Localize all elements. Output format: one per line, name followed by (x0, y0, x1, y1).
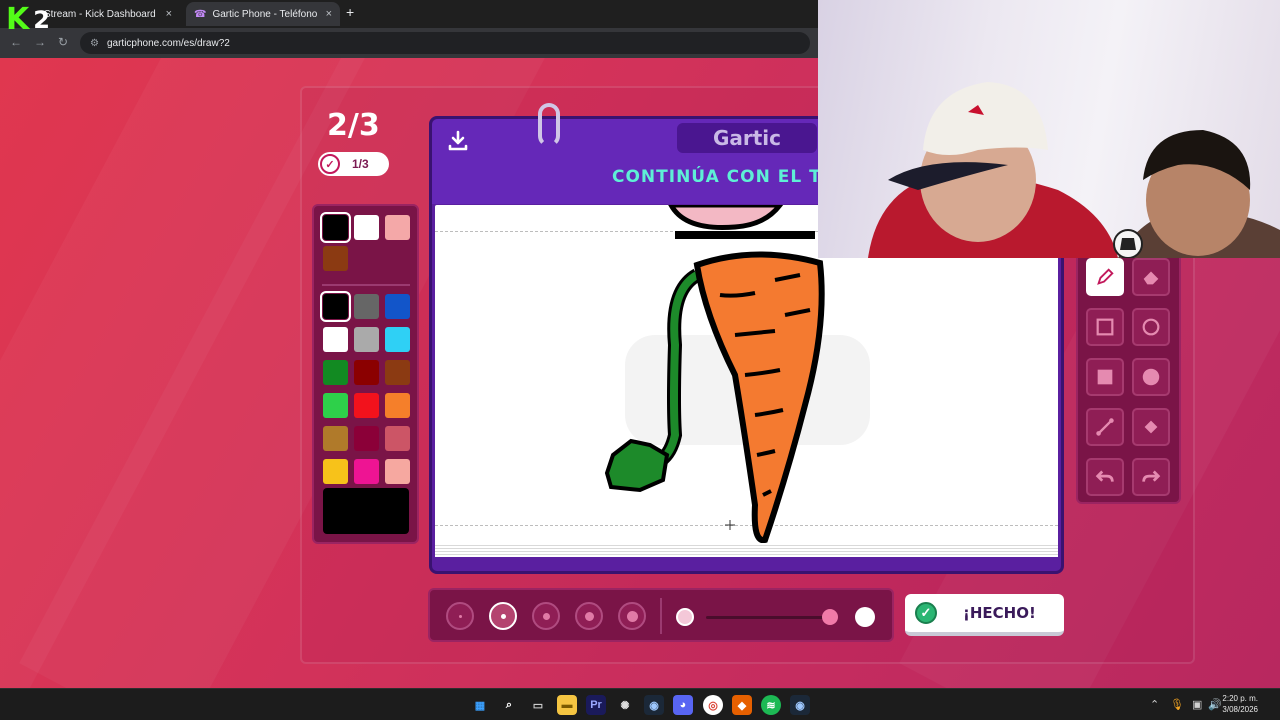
task-view-icon[interactable]: ▭ (528, 695, 548, 715)
color-swatch[interactable] (323, 360, 348, 385)
color-swatch[interactable] (385, 215, 410, 240)
done-button[interactable]: ✓ ¡HECHO! (905, 594, 1064, 636)
brush-settings-bar (428, 588, 894, 642)
color-swatch[interactable] (320, 291, 351, 322)
progress-pill: ✓ 1/3 (318, 152, 389, 176)
color-swatch[interactable] (354, 360, 379, 385)
color-swatch[interactable] (385, 360, 410, 385)
tab-gartic-phone[interactable]: ☎ Gartic Phone - Teléfono Descon × (186, 2, 340, 26)
ellipse-fill-icon[interactable] (1132, 358, 1170, 396)
tool-panel (1076, 246, 1181, 504)
tab-title: Gartic Phone - Teléfono Descon (212, 8, 319, 20)
search-icon[interactable]: ⌕ (499, 695, 519, 715)
color-swatch[interactable] (323, 426, 348, 451)
url-field[interactable]: ⚙ garticphone.com/es/draw?2 (80, 32, 810, 54)
bar-divider (660, 598, 662, 634)
back-arrow-icon[interactable]: ← (10, 35, 22, 49)
pencil-icon[interactable] (1086, 258, 1124, 296)
redo-icon[interactable] (1132, 458, 1170, 496)
windows-start-icon[interactable]: ▦ (470, 695, 490, 715)
windows-taskbar: ▦ ⌕ ▭ ▬ Pr ✺ ◉ ◕ ◎ ◆ ≋ ◉ ⌃ 🎙 ▣ 🔊 2:20 p.… (0, 688, 1280, 720)
steam-icon[interactable]: ◉ (790, 695, 810, 715)
ellipse-outline-icon[interactable] (1132, 308, 1170, 346)
palette-divider (322, 284, 410, 286)
brush-size-button[interactable] (446, 602, 474, 630)
brush-size-button[interactable] (489, 602, 517, 630)
color-swatch[interactable] (385, 459, 410, 484)
tab-close-icon[interactable]: × (326, 8, 332, 20)
color-swatch[interactable] (385, 426, 410, 451)
opacity-slider[interactable] (706, 616, 836, 619)
chrome-icon[interactable]: ◎ (703, 695, 723, 715)
network-icon[interactable]: ▣ (1192, 698, 1202, 711)
phone-icon: ☎ (194, 8, 207, 20)
color-swatch[interactable] (385, 327, 410, 352)
opacity-max-icon (855, 607, 875, 627)
eraser-icon[interactable] (1132, 258, 1170, 296)
color-swatch[interactable] (354, 327, 379, 352)
brush-size-button[interactable] (575, 602, 603, 630)
paper-edge (435, 543, 1058, 557)
color-swatch[interactable] (323, 459, 348, 484)
color-swatch[interactable] (354, 294, 379, 319)
check-icon: ✓ (915, 602, 937, 624)
fill-bucket-icon[interactable] (1132, 408, 1170, 446)
brush-size-button[interactable] (618, 602, 646, 630)
brush-size-button[interactable] (532, 602, 560, 630)
tray-chevron-icon[interactable]: ⌃ (1150, 698, 1159, 711)
color-swatch[interactable] (354, 426, 379, 451)
line-icon[interactable] (1086, 408, 1124, 446)
reload-icon[interactable]: ↻ (58, 35, 68, 49)
color-swatch[interactable] (385, 393, 410, 418)
rectangle-outline-icon[interactable] (1086, 308, 1124, 346)
premiere-icon[interactable]: Pr (586, 695, 606, 715)
steam-icon[interactable]: ◉ (644, 695, 664, 715)
color-swatch[interactable] (385, 294, 410, 319)
color-palette (312, 204, 419, 544)
microphone-icon[interactable]: 🎙 (1170, 698, 1184, 711)
app-icon[interactable]: ◆ (732, 695, 752, 715)
opacity-slider-thumb[interactable] (821, 609, 838, 625)
download-icon[interactable] (446, 129, 470, 153)
color-swatch[interactable] (354, 459, 379, 484)
instruction-text: CONTINÚA CON EL T (612, 167, 822, 187)
webcam-video (868, 82, 1280, 258)
undo-icon[interactable] (1086, 458, 1124, 496)
color-swatch[interactable] (323, 246, 348, 271)
round-counter: 2/3 (327, 108, 380, 143)
chatgpt-icon[interactable]: ✺ (615, 695, 635, 715)
check-icon: ✓ (320, 154, 340, 174)
rectangle-fill-icon[interactable] (1086, 358, 1124, 396)
file-explorer-icon[interactable]: ▬ (557, 695, 577, 715)
discord-icon[interactable]: ◕ (673, 695, 693, 715)
tab-close-icon[interactable]: × (166, 8, 172, 20)
current-color-preview (323, 488, 409, 534)
new-tab-button[interactable]: + (346, 4, 354, 20)
spotify-icon[interactable]: ≋ (761, 695, 781, 715)
forward-arrow-icon[interactable]: → (34, 35, 46, 49)
color-swatch[interactable] (323, 393, 348, 418)
gartic-logo: Gartic (677, 123, 817, 153)
clip-icon (538, 103, 560, 147)
color-swatch[interactable] (354, 393, 379, 418)
opacity-min-icon (676, 608, 694, 626)
color-swatch[interactable] (354, 215, 379, 240)
kick-overlay-logo: K 2 (6, 2, 50, 37)
site-info-icon[interactable]: ⚙ (90, 38, 99, 49)
webcam-overlay (818, 0, 1280, 258)
system-clock[interactable]: 2:20 p. m. 3/08/2026 (1222, 693, 1258, 715)
volume-icon[interactable]: 🔊 (1208, 698, 1222, 711)
color-swatch[interactable] (323, 327, 348, 352)
color-swatch[interactable] (320, 212, 351, 243)
